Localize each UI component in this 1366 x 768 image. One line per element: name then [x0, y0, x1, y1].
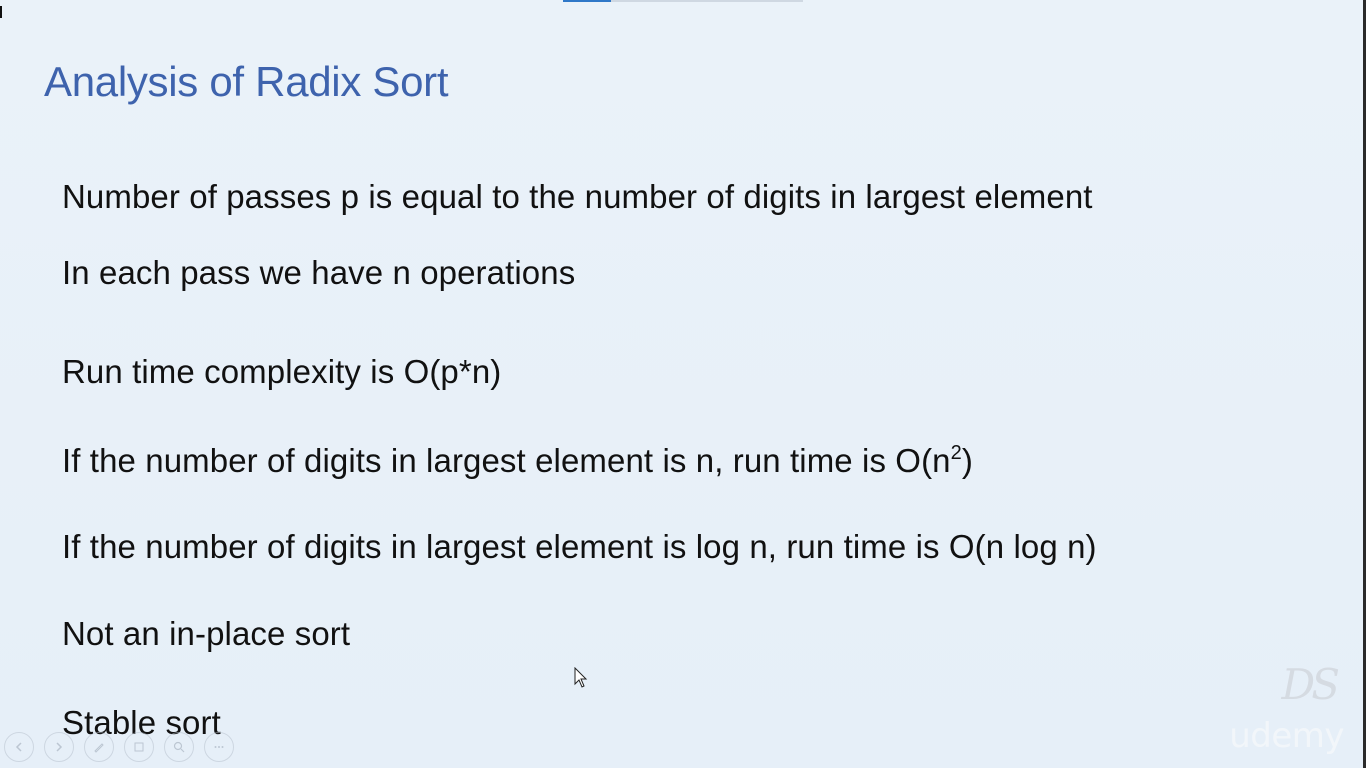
- mouse-pointer-icon: [574, 667, 588, 688]
- slideshow-controls: [4, 732, 234, 762]
- prev-icon[interactable]: [4, 732, 34, 762]
- bullet-in-place: Not an in-place sort: [62, 615, 351, 652]
- bullet-operations: In each pass we have n operations: [62, 254, 576, 291]
- more-icon[interactable]: [204, 732, 234, 762]
- text-cursor-mark: [0, 6, 2, 18]
- slides-icon[interactable]: [124, 732, 154, 762]
- next-icon[interactable]: [44, 732, 74, 762]
- bullet-n-digits-text: If the number of digits in largest eleme…: [62, 442, 951, 479]
- bullet-runtime: Run time complexity is O(p*n): [62, 353, 502, 390]
- bullet-n-digits-close: ): [961, 442, 973, 479]
- bullet-n-digits: If the number of digits in largest eleme…: [62, 441, 973, 481]
- slide: Analysis of Radix Sort Number of passes …: [0, 0, 1366, 768]
- zoom-icon[interactable]: [164, 732, 194, 762]
- video-progress-fill: [563, 0, 611, 2]
- slide-title: Analysis of Radix Sort: [44, 58, 449, 105]
- pen-icon[interactable]: [84, 732, 114, 762]
- ds-watermark-logo: DS: [1281, 660, 1340, 709]
- bullet-passes: Number of passes p is equal to the numbe…: [62, 178, 1093, 215]
- bullet-n-digits-exponent: 2: [950, 442, 962, 464]
- udemy-watermark: udemy: [1229, 716, 1344, 756]
- video-progress-bar[interactable]: [563, 0, 803, 2]
- bullet-logn-digits: If the number of digits in largest eleme…: [62, 528, 1097, 565]
